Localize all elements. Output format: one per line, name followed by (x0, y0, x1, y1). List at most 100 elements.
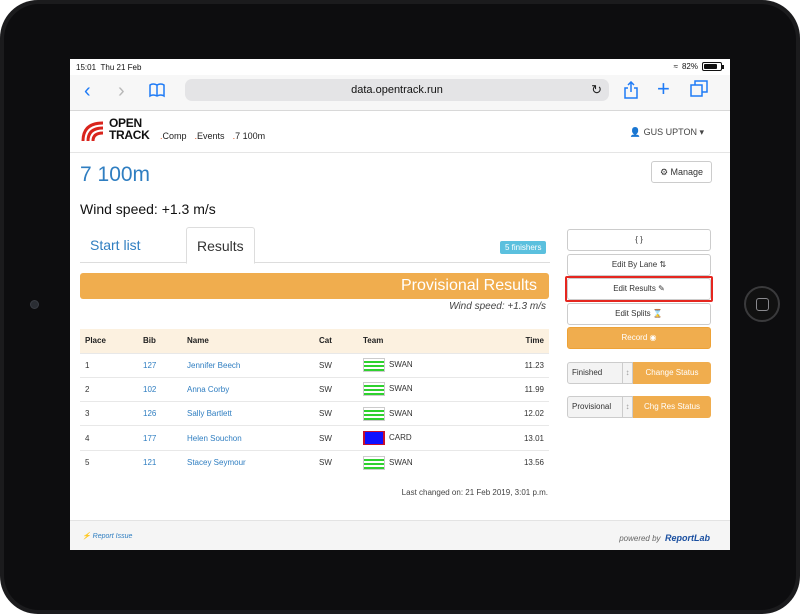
edit-results-highlight (565, 276, 713, 302)
tab-results[interactable]: Results (186, 227, 255, 264)
edit-splits-button[interactable]: Edit Splits ⌛ (567, 303, 711, 325)
cell-cat: SW (314, 376, 358, 402)
cell-athlete-name[interactable]: Helen Souchon (182, 425, 314, 451)
col-team: Team (363, 336, 384, 346)
hourglass-icon: ⌛ (652, 309, 663, 318)
site-header: OPEN TRACK .Comp .Events .7 100m 👤 GUS UP… (70, 111, 730, 153)
results-table: Place Bib Name Cat Team Time 1 127 Jennife… (80, 329, 549, 475)
page-title: 7 100m (80, 163, 151, 186)
ipad-frame: 15:01 Thu 21 Feb ≈ 82% ‹ › data.opentrac… (0, 0, 800, 614)
last-changed: Last changed on: 21 Feb 2019, 3:01 p.m. (401, 488, 548, 497)
col-name: Name (187, 336, 209, 346)
address-bar[interactable]: data.opentrack.run ↻ (185, 79, 609, 101)
screen: 15:01 Thu 21 Feb ≈ 82% ‹ › data.opentrac… (70, 59, 730, 550)
sort-icon: ⇅ (659, 260, 667, 269)
back-icon[interactable]: ‹ (84, 81, 91, 101)
cell-cat: SW (314, 401, 358, 426)
breadcrumb-event[interactable]: .7 100m (233, 131, 266, 141)
breadcrumb-comp[interactable]: .Comp (160, 131, 187, 141)
manage-button[interactable]: ⚙ Manage (651, 161, 712, 183)
caret-down-icon: ▾ (699, 127, 704, 137)
cell-time: 11.23 (478, 352, 549, 378)
team-flag-icon (363, 406, 385, 421)
record-button[interactable]: Record ◉ (567, 327, 711, 349)
browser-toolbar: ‹ › data.opentrack.run ↻ + (70, 75, 730, 111)
report-issue-link[interactable]: ⚡ Report Issue (82, 532, 132, 540)
share-icon[interactable] (623, 80, 639, 103)
team-flag-icon (363, 358, 385, 373)
cell-athlete-name[interactable]: Stacey Seymour (182, 449, 314, 475)
breadcrumb: .Comp .Events .7 100m (160, 131, 265, 141)
reload-icon[interactable]: ↻ (591, 82, 602, 98)
chg-res-status-button[interactable]: Chg Res Status (633, 396, 711, 418)
cell-place: 3 (80, 401, 138, 426)
cell-team: SWAN (358, 352, 478, 378)
cell-time: 13.56 (478, 449, 549, 475)
team-flag-icon (363, 382, 385, 397)
reportlab-logo[interactable]: ReportLab (665, 533, 710, 543)
bolt-icon: ⚡ (82, 533, 91, 540)
cell-team: SWAN (358, 376, 478, 402)
cell-athlete-name[interactable]: Sally Bartlett (182, 401, 314, 426)
table-row: 1 127 Jennifer Beech SW SWAN 11.23 (80, 352, 549, 378)
url-text: data.opentrack.run (351, 84, 443, 96)
cell-time: 13.01 (478, 425, 549, 451)
user-menu[interactable]: 👤 GUS UPTON ▾ (630, 127, 704, 138)
col-place: Place (85, 336, 106, 346)
opentrack-logo[interactable]: OPEN TRACK (81, 117, 153, 147)
res-status-select[interactable]: Provisional ↕ (567, 396, 633, 418)
record-icon: ◉ (649, 333, 657, 342)
table-row: 4 177 Helen Souchon SW CARD 13.01 (80, 425, 549, 451)
gear-icon: ⚙ (659, 167, 669, 177)
cell-place: 2 (80, 376, 138, 402)
res-status-control: Provisional ↕ Chg Res Status (567, 396, 711, 418)
cell-bib[interactable]: 177 (138, 425, 182, 451)
cell-bib[interactable]: 126 (138, 401, 182, 426)
team-name: CARD (389, 433, 412, 443)
user-icon: 👤 (629, 127, 642, 137)
team-name: SWAN (389, 457, 413, 467)
cell-cat: SW (314, 425, 358, 451)
wind-speed: Wind speed: +1.3 m/s (80, 201, 216, 217)
table-row: 3 126 Sally Bartlett SW SWAN 12.02 (80, 401, 549, 426)
select-caret-icon: ↕ (622, 363, 632, 383)
cell-cat: SW (314, 449, 358, 475)
status-select[interactable]: Finished ↕ (567, 362, 633, 384)
provisional-results-banner: Provisional Results (80, 273, 549, 299)
bookmarks-icon[interactable] (148, 81, 166, 103)
cell-bib[interactable]: 102 (138, 376, 182, 402)
cell-team: SWAN (358, 449, 478, 475)
cell-place: 5 (80, 449, 138, 475)
powered-by: powered by ReportLab (619, 533, 710, 543)
finishers-badge: 5 finishers (500, 241, 547, 254)
cell-bib[interactable]: 127 (138, 352, 182, 378)
forward-icon[interactable]: › (118, 81, 125, 101)
team-name: SWAN (389, 384, 413, 394)
footer: ⚡ Report Issue powered by ReportLab (70, 520, 730, 550)
col-time: Time (525, 336, 544, 346)
cell-cat: SW (314, 352, 358, 378)
cell-time: 12.02 (478, 401, 549, 426)
new-tab-icon[interactable]: + (657, 78, 670, 100)
cell-bib[interactable]: 121 (138, 449, 182, 475)
table-row: 2 102 Anna Corby SW SWAN 11.99 (80, 376, 549, 402)
tab-start-list[interactable]: Start list (80, 227, 151, 263)
status-control: Finished ↕ Change Status (567, 362, 711, 384)
results-tabs: Start list Results (80, 227, 550, 264)
tabs-icon[interactable] (690, 80, 708, 102)
team-flag-icon (363, 455, 385, 470)
json-button[interactable]: { } (567, 229, 711, 251)
cell-place: 1 (80, 352, 138, 378)
cell-time: 11.99 (478, 376, 549, 402)
cell-team: SWAN (358, 401, 478, 426)
team-flag-icon (363, 431, 385, 446)
wifi-icon: ≈ (673, 62, 678, 71)
edit-by-lane-button[interactable]: Edit By Lane ⇅ (567, 254, 711, 276)
team-name: SWAN (389, 360, 413, 370)
battery-percent: 82% (681, 62, 698, 71)
home-button[interactable] (744, 286, 780, 322)
change-status-button[interactable]: Change Status (633, 362, 711, 384)
cell-athlete-name[interactable]: Jennifer Beech (182, 352, 314, 378)
breadcrumb-events[interactable]: .Events (195, 131, 225, 141)
cell-athlete-name[interactable]: Anna Corby (182, 376, 314, 402)
